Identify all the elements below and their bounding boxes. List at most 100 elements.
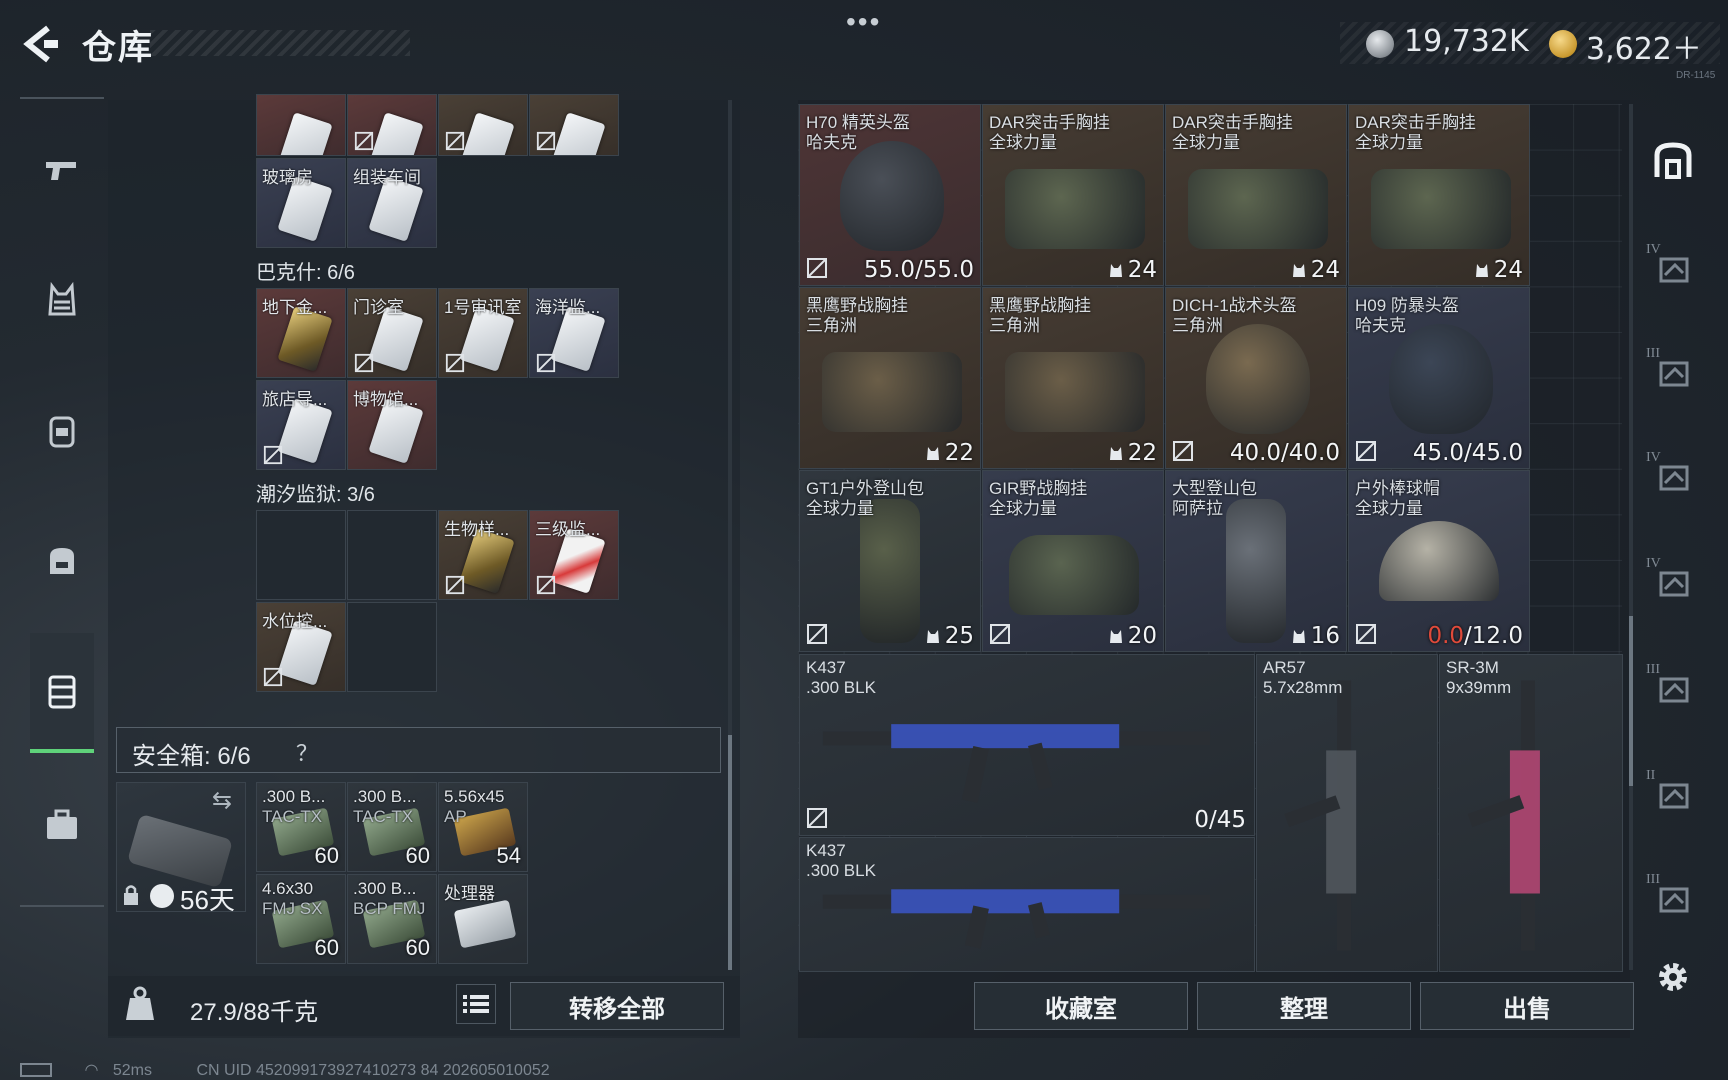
key-card-cell[interactable]: 1号审讯室 — [438, 288, 528, 378]
key-card-cell[interactable] — [256, 94, 346, 156]
list-view-button[interactable] — [456, 984, 496, 1024]
gear-item[interactable]: H09 防暴头盔 哈夫克 45.0/45.0 — [1348, 287, 1530, 469]
warehouse-icon — [48, 675, 76, 709]
item-faction: 三角洲 — [1172, 316, 1223, 335]
item-faction: 三角洲 — [989, 316, 1040, 335]
processor-item[interactable]: 处理器 — [438, 874, 528, 964]
weapon-name: AR57 — [1263, 658, 1306, 677]
nav-warehouse[interactable] — [30, 633, 94, 753]
key-card-cell[interactable]: 玻璃房 — [256, 158, 346, 248]
capacity-value: 25 — [925, 623, 974, 649]
nav-backpack[interactable] — [30, 375, 94, 485]
settings-button[interactable] — [1646, 950, 1700, 1004]
nav-briefcase[interactable] — [30, 770, 94, 880]
ammo-quantity: 60 — [405, 843, 430, 868]
bound-lock-icon — [1355, 440, 1377, 462]
gear-item[interactable]: DAR突击手胸挂 全球力量 24 — [1165, 104, 1347, 286]
right-scrollbar-track[interactable] — [1629, 104, 1633, 970]
ammo-caliber: .300 B... — [262, 787, 326, 806]
briefcase-icon — [47, 809, 77, 839]
clock-icon — [150, 884, 174, 908]
left-scrollbar-thumb[interactable] — [728, 735, 732, 970]
ammo-item[interactable]: .300 B... TAC-TX 60 — [347, 782, 437, 872]
nav-bag[interactable] — [30, 505, 94, 615]
bound-lock-icon — [1355, 623, 1377, 645]
collection-room-button[interactable]: 收藏室 — [974, 982, 1188, 1030]
vest-icon — [1371, 169, 1511, 249]
gear-item[interactable]: DICH-1战术头盔 三角洲 40.0/40.0 — [1165, 287, 1347, 469]
key-card-cell[interactable]: 博物馆... — [347, 380, 437, 470]
top-menu-dots[interactable]: ••• — [846, 6, 881, 38]
stat-text: 22 — [1127, 440, 1157, 466]
gear-item[interactable]: DAR突击手胸挂 全球力量 24 — [982, 104, 1164, 286]
ammo-item[interactable]: 4.6x30 FMJ SX 60 — [256, 874, 346, 964]
key-card-cell[interactable]: 旅店导... — [256, 380, 346, 470]
weapon-item[interactable]: K437.300 BLK — [799, 837, 1255, 972]
key-card-cell[interactable]: 门诊室 — [347, 288, 437, 378]
item-label: 海洋监... — [535, 298, 601, 317]
warehouse-tab-7[interactable]: III — [1646, 870, 1700, 924]
gear-item[interactable]: DAR突击手胸挂 全球力量 24 — [1348, 104, 1530, 286]
warehouse-tab-5[interactable]: III — [1646, 660, 1700, 714]
weapon-item[interactable]: SR-3M 9x39mm — [1439, 654, 1623, 972]
weapon-name: K437 — [806, 841, 846, 860]
ammo-type: FMJ SX — [262, 899, 323, 918]
rifle-icon — [1467, 680, 1540, 951]
empty-slot[interactable] — [347, 602, 437, 692]
vest-capacity-icon — [1108, 258, 1124, 277]
key-card-cell[interactable] — [438, 94, 528, 156]
warehouse-tab-3[interactable]: IV — [1646, 448, 1700, 502]
bound-lock-icon — [354, 353, 374, 373]
ammo-item[interactable]: .300 B... BCP FMJ 60 — [347, 874, 437, 964]
warehouse-tab-1[interactable]: IV — [1646, 240, 1700, 294]
gear-item[interactable]: 黑鹰野战胸挂 三角洲 22 — [799, 287, 981, 469]
key-card-cell[interactable]: 组装车间 — [347, 158, 437, 248]
right-scrollbar-thumb[interactable] — [1629, 616, 1633, 786]
weapon-item[interactable]: AR57 5.7x28mm — [1256, 654, 1438, 972]
key-card-cell[interactable] — [347, 94, 437, 156]
ping-value: 52ms — [112, 1062, 152, 1079]
organize-button[interactable]: 整理 — [1197, 982, 1411, 1030]
item-faction: 全球力量 — [989, 499, 1057, 518]
key-card-cell[interactable] — [529, 94, 619, 156]
key-card-cell[interactable]: 海洋监... — [529, 288, 619, 378]
key-card-cell[interactable]: 水位控... — [256, 602, 346, 692]
warehouse-tab-2[interactable]: III — [1646, 344, 1700, 398]
ammo-item[interactable]: .300 B... TAC-TX 60 — [256, 782, 346, 872]
sell-button[interactable]: 出售 — [1420, 982, 1634, 1030]
gear-item[interactable]: 大型登山包 阿萨拉 16 — [1165, 470, 1347, 652]
back-arrow-icon[interactable] — [18, 22, 62, 66]
capacity-value: 22 — [925, 440, 974, 466]
empty-slot[interactable] — [347, 510, 437, 600]
safe-box-days: 56天 — [180, 885, 235, 915]
nav-vest[interactable] — [30, 245, 94, 355]
item-faction: 全球力量 — [989, 133, 1057, 152]
gear-item[interactable]: 黑鹰野战胸挂 三角洲 22 — [982, 287, 1164, 469]
bound-lock-icon — [989, 623, 1011, 645]
bound-lock-icon — [445, 131, 465, 151]
empty-slot[interactable] — [256, 510, 346, 600]
list-icon — [463, 995, 489, 1013]
key-card-cell[interactable]: 地下金... — [256, 288, 346, 378]
bound-lock-icon — [806, 257, 828, 279]
gear-item[interactable]: GT1户外登山包 全球力量 25 — [799, 470, 981, 652]
key-card-cell[interactable]: 三级监... — [529, 510, 619, 600]
swap-icon[interactable]: ⇆ — [212, 786, 232, 815]
transfer-all-button[interactable]: 转移全部 — [510, 982, 724, 1030]
ammo-item[interactable]: 5.56x45 AP 54 — [438, 782, 528, 872]
vest-capacity-icon — [1108, 441, 1124, 460]
gold-currency-value[interactable]: 3,622＋ — [1586, 24, 1702, 68]
silver-coin-icon — [1366, 30, 1394, 58]
key-card-cell[interactable]: 生物样... — [438, 510, 528, 600]
weapon-item[interactable]: K437.300 BLK 0/45 — [799, 654, 1255, 836]
gear-item[interactable]: H70 精英头盔 哈夫克 55.0/55.0 — [799, 104, 981, 286]
warehouse-tab-4[interactable]: IV — [1646, 554, 1700, 608]
warehouse-main-tab[interactable] — [1646, 134, 1700, 188]
warehouse-tab-6[interactable]: II — [1646, 766, 1700, 820]
helmet-icon — [1206, 324, 1310, 434]
gear-item[interactable]: GIR野战胸挂 全球力量 20 — [982, 470, 1164, 652]
nav-weapons[interactable] — [30, 115, 94, 225]
gear-item[interactable]: 户外棒球帽 全球力量 0.0/12.0 — [1348, 470, 1530, 652]
help-icon[interactable]: ？ — [296, 736, 318, 768]
silver-currency-value: 19,732K — [1404, 24, 1529, 59]
